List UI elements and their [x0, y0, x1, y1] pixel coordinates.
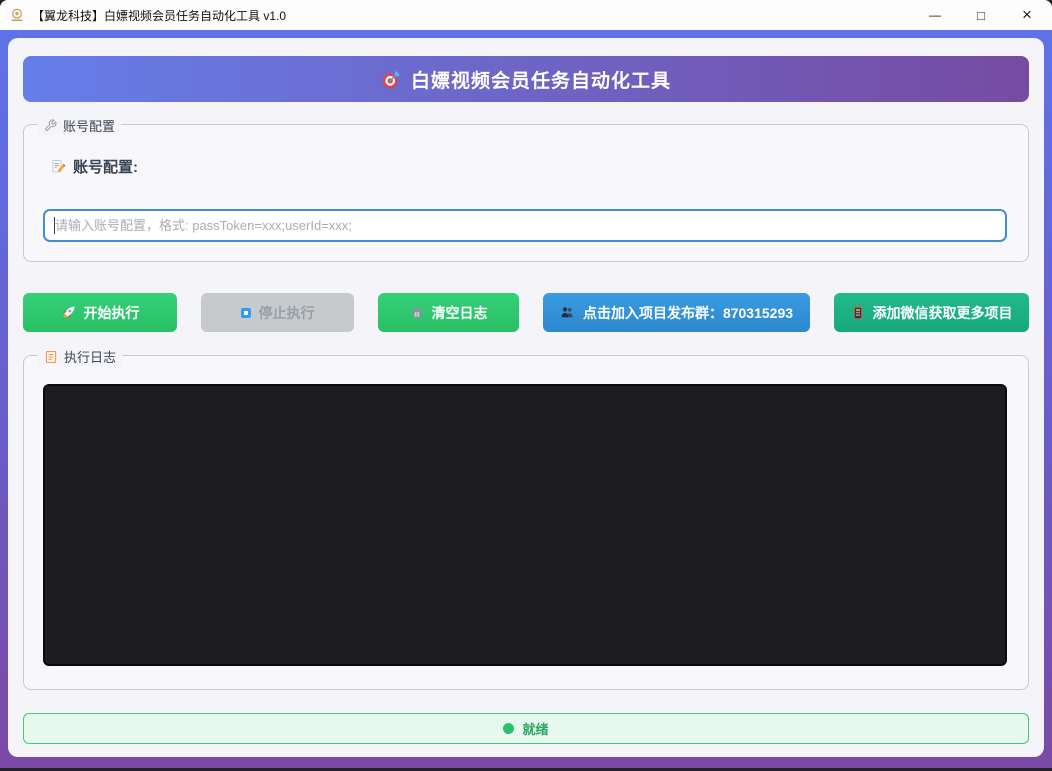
start-button[interactable]: 开始执行 — [23, 293, 177, 332]
wrench-icon — [44, 119, 57, 132]
action-button-row: 开始执行 停止执行 — [23, 293, 1029, 332]
maximize-button[interactable]: □ — [958, 0, 1004, 30]
people-icon — [560, 305, 575, 320]
rocket-icon — [61, 305, 76, 320]
status-bar: 就绪 — [23, 713, 1029, 744]
account-groupbox-legend: 账号配置 — [38, 116, 121, 135]
clear-log-button[interactable]: 清空日志 — [378, 293, 519, 332]
header-banner: 白嫖视频会员任务自动化工具 — [23, 56, 1029, 102]
main-content: 白嫖视频会员任务自动化工具 账号配置 — [8, 38, 1044, 757]
start-button-label: 开始执行 — [84, 303, 140, 323]
page-title: 白嫖视频会员任务自动化工具 — [411, 66, 671, 93]
account-config-input[interactable] — [43, 209, 1007, 242]
account-config-label: 账号配置: — [51, 156, 138, 177]
app-window: 【翼龙科技】白嫖视频会员任务自动化工具 v1.0 — □ × — [0, 0, 1052, 768]
app-icon — [9, 7, 25, 23]
green-dot-icon — [503, 723, 514, 734]
memo-pencil-icon — [51, 159, 66, 174]
join-group-button[interactable]: 点击加入项目发布群：870315293 — [543, 293, 810, 332]
window-controls: — □ × — [912, 0, 1050, 30]
minimize-button[interactable]: — — [912, 0, 958, 30]
title-bar: 【翼龙科技】白嫖视频会员任务自动化工具 v1.0 — □ × — [0, 0, 1052, 30]
log-console[interactable] — [43, 384, 1007, 666]
account-config-label-text: 账号配置: — [73, 156, 138, 177]
stop-button-label: 停止执行 — [259, 303, 315, 323]
window-frame: 白嫖视频会员任务自动化工具 账号配置 — [0, 30, 1052, 768]
clear-log-button-label: 清空日志 — [432, 303, 488, 323]
clipboard-icon — [44, 350, 58, 364]
close-button[interactable]: × — [1004, 0, 1050, 30]
account-config-groupbox: 账号配置 账号配置: — [23, 124, 1029, 262]
add-wechat-button-label: 添加微信获取更多项目 — [873, 303, 1013, 323]
join-group-button-label: 点击加入项目发布群：870315293 — [583, 303, 793, 323]
text-caret — [54, 217, 55, 234]
log-groupbox: 执行日志 — [23, 355, 1029, 690]
status-text: 就绪 — [522, 719, 548, 738]
add-wechat-button[interactable]: 添加微信获取更多项目 — [834, 293, 1029, 332]
mobile-phone-icon — [851, 306, 865, 320]
log-groupbox-legend-label: 执行日志 — [64, 347, 116, 366]
account-groupbox-legend-label: 账号配置 — [63, 116, 115, 135]
dart-target-icon — [381, 69, 402, 90]
stop-button[interactable]: 停止执行 — [201, 293, 354, 332]
window-title: 【翼龙科技】白嫖视频会员任务自动化工具 v1.0 — [32, 7, 286, 24]
log-groupbox-legend: 执行日志 — [38, 347, 122, 366]
stop-square-icon — [241, 308, 251, 318]
trash-icon — [410, 306, 424, 320]
